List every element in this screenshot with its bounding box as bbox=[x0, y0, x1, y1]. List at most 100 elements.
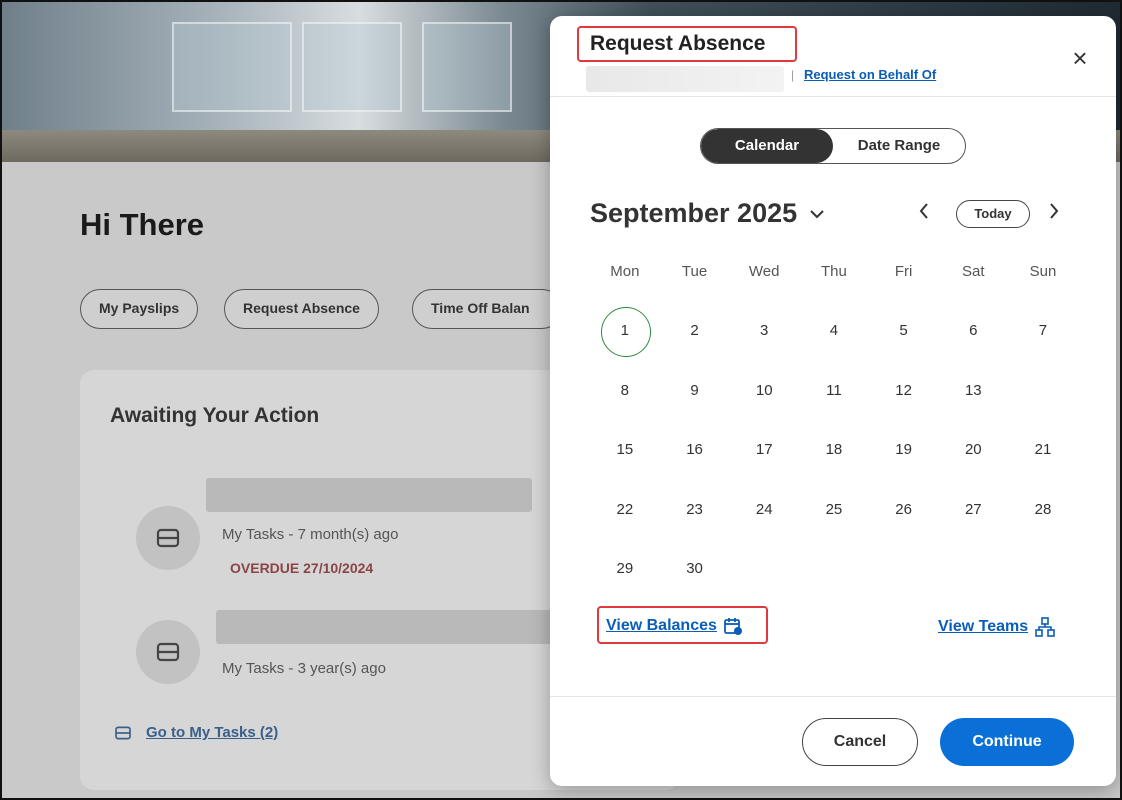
cancel-button[interactable]: Cancel bbox=[802, 718, 918, 766]
calendar-balance-icon bbox=[723, 618, 742, 635]
calendar-day-number: 4 bbox=[829, 322, 839, 339]
request-on-behalf-link[interactable]: Request on Behalf Of bbox=[804, 67, 936, 82]
calendar-day-number: 3 bbox=[760, 322, 769, 339]
calendar-days: 1234567891011121314151617181920212223242… bbox=[590, 302, 1078, 600]
calendar-day[interactable]: 21 bbox=[1008, 421, 1078, 481]
calendar-day-number: 27 bbox=[964, 500, 982, 518]
redacted-task-title bbox=[206, 478, 532, 512]
calendar-day-number: 7 bbox=[1038, 322, 1048, 339]
greeting-heading: Hi There bbox=[80, 207, 205, 242]
time-off-balance-button[interactable]: Time Off Balan bbox=[412, 289, 562, 329]
inbox-icon bbox=[136, 506, 200, 570]
calendar-day-number: 1 bbox=[620, 322, 630, 339]
tab-date-range[interactable]: Date Range bbox=[833, 129, 965, 163]
weekday-label: Sun bbox=[1029, 263, 1057, 280]
request-absence-button[interactable]: Request Absence bbox=[224, 289, 379, 329]
calendar-day-number: 20 bbox=[964, 441, 982, 458]
calendar-day[interactable]: 27 bbox=[938, 481, 1008, 541]
calendar-day[interactable]: 3 bbox=[729, 302, 799, 362]
separator: | bbox=[791, 68, 795, 82]
calendar-day[interactable]: 9 bbox=[660, 362, 730, 422]
calendar-day[interactable]: 25 bbox=[799, 481, 869, 541]
calendar-day[interactable]: 16 bbox=[660, 421, 730, 481]
month-selector[interactable]: September 2025 bbox=[590, 198, 825, 229]
calendar-day-number: 9 bbox=[690, 381, 699, 399]
calendar-day-number: 30 bbox=[686, 560, 703, 577]
calendar-day[interactable]: 26 bbox=[869, 481, 939, 541]
weekday-label: Thu bbox=[820, 263, 847, 280]
tab-calendar[interactable]: Calendar bbox=[701, 129, 833, 163]
task-meta: My Tasks - 7 month(s) ago bbox=[222, 526, 399, 543]
calendar-day-number: 19 bbox=[895, 441, 912, 458]
today-button[interactable]: Today bbox=[956, 200, 1030, 228]
calendar-day-number: 16 bbox=[686, 441, 703, 458]
calendar-day-number: 21 bbox=[1034, 441, 1052, 458]
calendar-day-number: 2 bbox=[690, 322, 699, 339]
calendar-day-number: 12 bbox=[895, 381, 912, 399]
view-toggle: Calendar Date Range bbox=[700, 128, 966, 164]
calendar-day[interactable]: 22 bbox=[590, 481, 660, 541]
overdue-badge: OVERDUE 27/10/2024 bbox=[230, 560, 374, 576]
calendar-day-number: 13 bbox=[964, 381, 982, 399]
calendar-day[interactable]: 7 bbox=[1008, 302, 1078, 362]
calendar-day[interactable]: 20 bbox=[938, 421, 1008, 481]
calendar-day-number: 23 bbox=[686, 500, 703, 518]
calendar-day[interactable]: 1 bbox=[590, 302, 660, 362]
calendar-day-number: 28 bbox=[1034, 500, 1052, 518]
go-to-my-tasks-label: Go to My Tasks (2) bbox=[146, 724, 279, 741]
calendar-day-number: 22 bbox=[616, 500, 634, 518]
my-payslips-button[interactable]: My Payslips bbox=[80, 289, 199, 329]
next-month-button[interactable] bbox=[1048, 200, 1060, 228]
calendar-day[interactable]: 19 bbox=[869, 421, 939, 481]
weekday-label: Tue bbox=[681, 263, 708, 280]
calendar-day[interactable]: 15 bbox=[590, 421, 660, 481]
redacted-worker-name bbox=[586, 66, 784, 92]
continue-button[interactable]: Continue bbox=[940, 718, 1074, 766]
calendar-day[interactable]: 8 bbox=[590, 362, 660, 422]
view-balances-label: View Balances bbox=[606, 617, 717, 634]
redacted-task-title bbox=[216, 610, 556, 644]
calendar-day[interactable]: 2 bbox=[660, 302, 730, 362]
weekday-label: Sat bbox=[962, 263, 985, 280]
close-icon[interactable]: × bbox=[1066, 44, 1094, 72]
calendar-day-number: 18 bbox=[825, 441, 843, 458]
calendar-day-number: 24 bbox=[755, 500, 773, 518]
calendar-day[interactable]: 10 bbox=[729, 362, 799, 422]
calendar-day[interactable]: 24 bbox=[729, 481, 799, 541]
header-divider bbox=[550, 96, 1116, 97]
weekday-label: Fri bbox=[894, 263, 913, 280]
chevron-left-icon bbox=[919, 203, 928, 219]
calendar-day[interactable]: 23 bbox=[660, 481, 730, 541]
calendar-day[interactable]: 18 bbox=[799, 421, 869, 481]
calendar-day[interactable]: 28 bbox=[1008, 481, 1078, 541]
calendar-day[interactable]: 12 bbox=[869, 362, 939, 422]
request-absence-dialog: Request Absence | Request on Behalf Of ×… bbox=[550, 16, 1116, 786]
footer-divider bbox=[550, 696, 1116, 697]
calendar-day-number: 8 bbox=[620, 381, 630, 399]
calendar-day[interactable]: 11 bbox=[799, 362, 869, 422]
view-balances-link[interactable]: View Balances bbox=[606, 616, 743, 636]
view-teams-link[interactable]: View Teams bbox=[938, 616, 1056, 638]
awaiting-action-title: Awaiting Your Action bbox=[110, 404, 320, 427]
month-label: September 2025 bbox=[590, 198, 798, 228]
calendar-day[interactable]: 17 bbox=[729, 421, 799, 481]
calendar-day-number: 10 bbox=[755, 381, 773, 399]
chevron-right-icon bbox=[1050, 203, 1059, 219]
dialog-title: Request Absence bbox=[590, 32, 766, 55]
go-to-my-tasks-link[interactable]: Go to My Tasks (2) bbox=[114, 724, 278, 741]
inbox-icon bbox=[115, 726, 131, 739]
view-teams-label: View Teams bbox=[938, 618, 1029, 635]
calendar-day-number: 11 bbox=[826, 381, 842, 399]
calendar-day[interactable]: 29 bbox=[590, 540, 660, 600]
calendar-day[interactable]: 13 bbox=[938, 362, 1008, 422]
calendar-day[interactable]: 4 bbox=[799, 302, 869, 362]
calendar-day[interactable]: 5 bbox=[869, 302, 939, 362]
calendar-day[interactable]: 6 bbox=[938, 302, 1008, 362]
chevron-down-icon bbox=[810, 209, 824, 218]
calendar-grid: Mon Tue Wed Thu Fri Sat Sun 1 2 3 4 5 6 7 8 9 10 11 12 13 1… bbox=[590, 263, 1078, 600]
calendar-day[interactable]: 30 bbox=[660, 540, 730, 600]
weekday-label: Mon bbox=[610, 263, 640, 280]
calendar-day-number: 26 bbox=[895, 500, 912, 518]
calendar-day-number: 15 bbox=[616, 441, 634, 458]
previous-month-button[interactable] bbox=[918, 200, 930, 228]
